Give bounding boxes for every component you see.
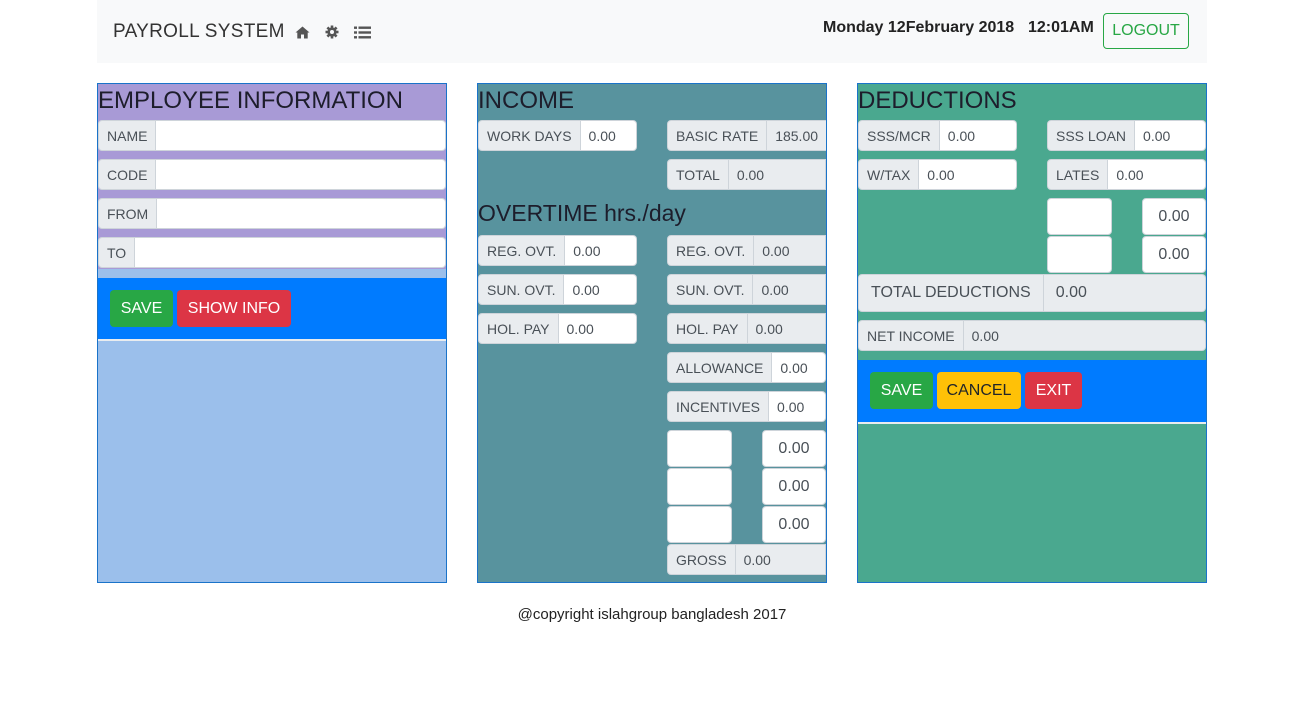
sss-loan-input[interactable]: 0.00 [1135,120,1206,151]
basic-rate-field-group: BASIC RATE 185.00 [667,120,826,151]
deduction-extra-amount-input-1[interactable]: 0.00 [1142,198,1206,235]
income-extra-amount-input-2[interactable]: 0.00 [762,468,826,505]
allowance-input[interactable]: 0.00 [772,352,826,383]
gross-label: GROSS [667,544,736,575]
net-income-label: NET INCOME [858,320,964,351]
hol-pay-amount-value: 0.00 [747,313,826,344]
app-brand[interactable]: PAYROLL SYSTEM [113,21,285,43]
to-date-input[interactable] [135,237,446,268]
wtax-input[interactable]: 0.00 [919,159,1017,190]
code-field-group: CODE [98,159,446,190]
reg-ovt-amount-group: REG. OVT. 0.00 [667,235,826,266]
from-label: FROM [98,198,158,229]
incentives-label: INCENTIVES [667,391,770,422]
logout-button[interactable]: LOGOUT [1103,13,1189,49]
overtime-title: OVERTIME hrs./day [478,200,686,226]
to-label: TO [98,237,136,268]
lates-field-group: LATES 0.00 [1047,159,1206,190]
total-deductions-value: 0.00 [1043,274,1206,312]
reg-ovt-amount-value: 0.00 [754,235,826,266]
deductions-title: DEDUCTIONS [858,87,1017,114]
from-field-group: FROM [98,198,446,229]
income-total-value: 0.00 [728,159,826,190]
income-extra-label-input-1[interactable] [667,430,732,467]
to-field-group: TO [98,237,446,268]
show-info-button[interactable]: SHOW INFO [177,290,291,327]
net-income-value: 0.00 [963,320,1206,351]
sun-ovt-hours-input[interactable]: 0.00 [564,274,637,305]
gross-value: 0.00 [735,544,826,575]
hol-pay-amount-group: HOL. PAY 0.00 [667,313,826,344]
income-total-label: TOTAL [667,159,729,190]
deduction-extra-label-input-2[interactable] [1047,236,1112,273]
code-input[interactable] [156,159,446,190]
incentives-input[interactable]: 0.00 [769,391,826,422]
income-total-field-group: TOTAL 0.00 [667,159,826,190]
wtax-label: W/TAX [858,159,920,190]
sss-mcr-field-group: SSS/MCR 0.00 [858,120,1017,151]
income-extra-label-input-3[interactable] [667,506,732,543]
net-income-group: NET INCOME 0.00 [858,320,1206,351]
sss-loan-label: SSS LOAN [1047,120,1136,151]
cancel-button[interactable]: CANCEL [937,372,1021,409]
income-extra-amount-input-1[interactable]: 0.00 [762,430,826,467]
deduction-extra-amount-input-2[interactable]: 0.00 [1142,236,1206,273]
exit-button[interactable]: EXIT [1025,372,1082,409]
name-field-group: NAME [98,120,446,151]
deductions-save-button[interactable]: SAVE [870,372,933,409]
income-panel: INCOME WORK DAYS 0.00 BASIC RATE 185.00 … [477,83,827,583]
lates-input[interactable]: 0.00 [1108,159,1206,190]
sun-ovt-amount-label: SUN. OVT. [667,274,754,305]
income-title: INCOME [478,87,574,114]
employee-info-title: EMPLOYEE INFORMATION [98,87,403,114]
gross-field-group: GROSS 0.00 [667,544,826,575]
hol-pay-amount-label: HOL. PAY [667,313,748,344]
wtax-field-group: W/TAX 0.00 [858,159,1017,190]
sss-mcr-label: SSS/MCR [858,120,940,151]
sss-mcr-input[interactable]: 0.00 [939,120,1017,151]
reg-ovt-hours-group: REG. OVT. 0.00 [478,235,637,266]
hol-pay-hours-input[interactable]: 0.00 [558,313,637,344]
home-icon[interactable] [293,23,311,41]
total-deductions-label: TOTAL DEDUCTIONS [858,274,1044,312]
hol-pay-hours-group: HOL. PAY 0.00 [478,313,637,344]
work-days-field-group: WORK DAYS 0.00 [478,120,637,151]
income-extra-label-input-2[interactable] [667,468,732,505]
reg-ovt-hours-input[interactable]: 0.00 [565,235,637,266]
work-days-label: WORK DAYS [478,120,581,151]
current-date: Monday 12February 2018 [823,19,1015,36]
gear-icon[interactable] [323,23,341,41]
reg-ovt-label: REG. OVT. [478,235,566,266]
sss-loan-field-group: SSS LOAN 0.00 [1047,120,1206,151]
deductions-panel: DEDUCTIONS SSS/MCR 0.00 SSS LOAN 0.00 W/… [857,83,1207,583]
sun-ovt-amount-value: 0.00 [753,274,826,305]
deduction-extra-label-input-1[interactable] [1047,198,1112,235]
footer-copyright: @copyright islahgroup bangladesh 2017 [517,606,787,623]
current-time: 12:01AM [1028,19,1094,36]
hol-pay-label: HOL. PAY [478,313,559,344]
income-extra-amount-input-3[interactable]: 0.00 [762,506,826,543]
name-input[interactable] [156,120,446,151]
basic-rate-value: 185.00 [767,120,826,151]
basic-rate-label: BASIC RATE [667,120,768,151]
deductions-action-bar: SAVE CANCEL EXIT [858,360,1206,424]
lates-label: LATES [1047,159,1109,190]
allowance-label: ALLOWANCE [667,352,773,383]
employee-save-button[interactable]: SAVE [110,290,173,327]
employee-info-panel: EMPLOYEE INFORMATION NAME CODE FROM TO S… [97,83,447,583]
sun-ovt-amount-group: SUN. OVT. 0.00 [667,274,826,305]
sun-ovt-label: SUN. OVT. [478,274,565,305]
from-date-input[interactable] [157,198,446,229]
incentives-field-group: INCENTIVES 0.00 [667,391,826,422]
code-label: CODE [98,159,157,190]
reg-ovt-amount-label: REG. OVT. [667,235,755,266]
work-days-input[interactable]: 0.00 [580,120,637,151]
list-icon[interactable] [353,23,371,41]
top-navbar: PAYROLL SYSTEM Monday 12February 2018 12… [97,0,1207,63]
name-label: NAME [98,120,157,151]
allowance-field-group: ALLOWANCE 0.00 [667,352,826,383]
sun-ovt-hours-group: SUN. OVT. 0.00 [478,274,637,305]
employee-action-bar: SAVE SHOW INFO [98,278,446,341]
total-deductions-group: TOTAL DEDUCTIONS 0.00 [858,274,1206,312]
